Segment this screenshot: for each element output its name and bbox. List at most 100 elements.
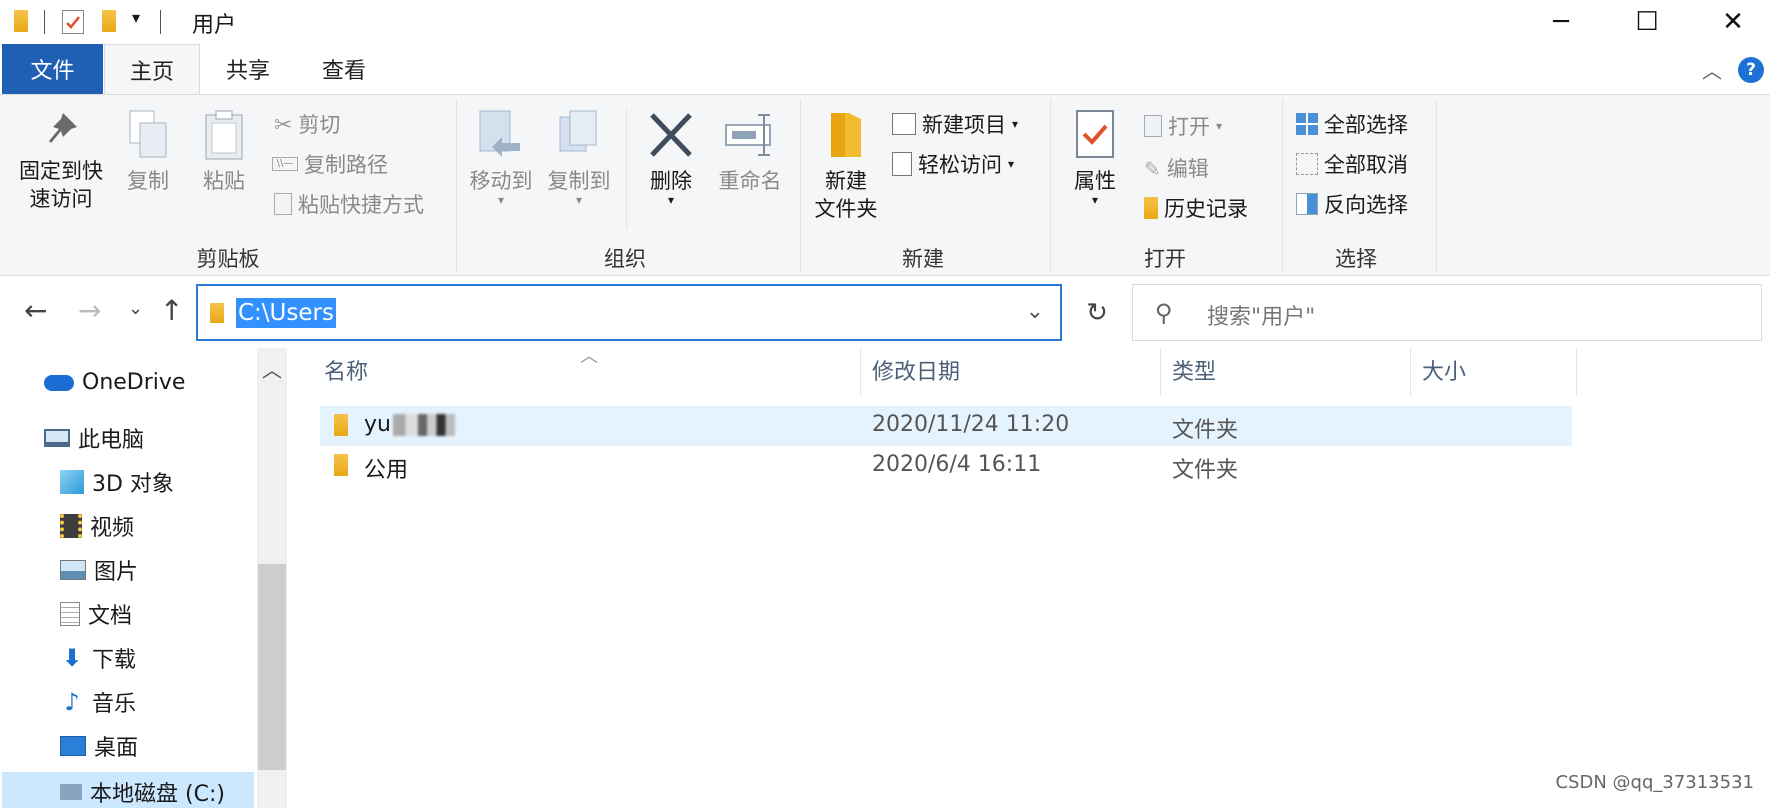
copy-to-icon	[554, 109, 604, 161]
new-item-button[interactable]: 新建项目 ▾	[892, 109, 1018, 139]
move-to-button[interactable]: 移动到 ▾	[466, 109, 536, 206]
paste-button[interactable]: 粘贴	[194, 109, 254, 195]
address-path[interactable]: C:\Users	[236, 298, 336, 328]
nav-item-onedrive[interactable]: OneDrive	[44, 370, 185, 395]
new-folder-button[interactable]: 新建 文件夹	[806, 109, 886, 223]
divider[interactable]	[1576, 348, 1577, 396]
folder-icon	[14, 10, 28, 32]
scroll-thumb[interactable]	[258, 564, 286, 770]
nav-item-videos[interactable]: 视频	[60, 510, 134, 542]
copy-to-button[interactable]: 复制到 ▾	[544, 109, 614, 206]
nav-item-pictures[interactable]: 图片	[60, 554, 138, 586]
ribbon: 固定到快 速访问 复制 粘贴 ✂ 剪切 \\— 复制路径 粘贴快捷方式 剪贴板 …	[0, 94, 1770, 276]
collapse-ribbon-icon[interactable]: ︿	[1692, 44, 1732, 94]
edit-button[interactable]: ✎ 编辑	[1144, 153, 1209, 183]
copy-path-button[interactable]: \\— 复制路径	[272, 149, 388, 179]
new-folder-quick-icon[interactable]	[102, 10, 116, 32]
delete-label: 删除	[650, 169, 692, 193]
divider[interactable]	[860, 348, 861, 396]
table-row[interactable]: yu 2020/11/24 11:20 文件夹	[320, 406, 1572, 446]
properties-quick-icon[interactable]	[62, 10, 84, 34]
folder-icon	[827, 109, 865, 161]
help-icon[interactable]: ?	[1738, 57, 1764, 83]
nav-item-documents[interactable]: 文档	[60, 598, 132, 630]
folder-icon	[210, 303, 224, 323]
cut-button[interactable]: ✂ 剪切	[274, 109, 340, 139]
table-row[interactable]: 公用 2020/6/4 16:11 文件夹	[320, 446, 1572, 486]
forward-arrow-icon[interactable]: →	[78, 294, 101, 327]
recent-locations-chevron-icon[interactable]: ⌄	[128, 298, 143, 319]
tab-file[interactable]: 文件	[2, 44, 103, 94]
delete-button[interactable]: 删除 ▾	[636, 109, 706, 207]
title-bar: ▾ 用户 ─ ☐ ✕	[0, 0, 1770, 44]
download-arrow-icon: ⬇	[61, 644, 83, 672]
refresh-icon[interactable]: ↻	[1074, 284, 1120, 341]
nav-item-label: 文档	[88, 604, 133, 629]
pin-label: 固定到快 速访问	[19, 159, 103, 211]
delete-x-icon	[646, 109, 696, 161]
history-button[interactable]: 历史记录	[1144, 193, 1248, 223]
paste-shortcut-button[interactable]: 粘贴快捷方式	[274, 189, 424, 219]
group-label-clipboard: 剪贴板	[196, 247, 260, 271]
divider	[1436, 99, 1437, 271]
copy-icon	[126, 109, 170, 161]
divider	[1050, 99, 1051, 271]
column-header-type[interactable]: 类型	[1172, 354, 1216, 386]
nav-pane-scrollbar[interactable]: ︿	[257, 348, 287, 808]
history-icon	[1144, 197, 1158, 219]
divider[interactable]	[1410, 348, 1411, 396]
nav-item-music[interactable]: ♪ 音乐	[60, 686, 136, 718]
dropdown-arrow-icon: ▾	[667, 193, 675, 207]
tab-home[interactable]: 主页	[104, 44, 200, 94]
properties-button[interactable]: 属性 ▾	[1058, 109, 1132, 207]
pin-quick-access-button[interactable]: 固定到快 速访问	[10, 109, 112, 213]
file-date: 2020/6/4 16:11	[872, 452, 1042, 477]
nav-item-label: OneDrive	[82, 370, 186, 395]
select-all-label: 全部选择	[1324, 113, 1408, 137]
group-label-organize: 组织	[604, 247, 646, 271]
customize-toolbar-icon[interactable]: ▾	[132, 8, 140, 27]
ribbon-tabs: 文件 主页 共享 查看 ︿ ?	[0, 44, 1770, 94]
nav-item-this-pc[interactable]: 此电脑	[44, 422, 144, 454]
folder-icon	[334, 454, 348, 476]
watermark: CSDN @qq_37313531	[1555, 772, 1754, 793]
back-arrow-icon[interactable]: ←	[24, 294, 47, 327]
nav-item-downloads[interactable]: ⬇ 下载	[60, 642, 136, 674]
easy-access-button[interactable]: 轻松访问 ▾	[892, 149, 1014, 179]
minimize-button[interactable]: ─	[1518, 0, 1604, 44]
tab-share[interactable]: 共享	[200, 44, 296, 94]
address-bar-row: ← → ⌄ ↑ C:\Users ⌄ ↻ ⚲ 搜索"用户"	[0, 276, 1770, 348]
divider[interactable]	[1160, 348, 1161, 396]
navigation-pane: OneDrive 此电脑 3D 对象 视频 图片 文档 ⬇ 下载 ♪ 音乐 桌面…	[0, 348, 292, 808]
column-header-name[interactable]: 名称	[324, 354, 368, 386]
copy-button[interactable]: 复制	[118, 109, 178, 195]
paste-shortcut-icon	[274, 193, 292, 215]
cloud-icon	[44, 374, 74, 391]
address-input[interactable]: C:\Users ⌄	[196, 284, 1062, 341]
invert-selection-button[interactable]: 反向选择	[1296, 189, 1408, 219]
nav-item-desktop[interactable]: 桌面	[60, 730, 138, 762]
up-arrow-icon[interactable]: ↑	[160, 294, 183, 327]
paste-shortcut-label: 粘贴快捷方式	[298, 193, 424, 217]
rename-button[interactable]: 重命名	[712, 109, 788, 195]
chevron-down-icon[interactable]: ⌄	[1026, 299, 1044, 324]
search-input[interactable]: ⚲ 搜索"用户"	[1132, 284, 1762, 341]
drive-icon	[60, 784, 82, 800]
maximize-button[interactable]: ☐	[1604, 0, 1690, 44]
select-none-button[interactable]: 全部取消	[1296, 149, 1408, 179]
tab-view[interactable]: 查看	[296, 44, 392, 94]
open-button[interactable]: 打开 ▾	[1144, 111, 1222, 141]
dropdown-arrow-icon: ▾	[1091, 193, 1099, 207]
nav-item-3d-objects[interactable]: 3D 对象	[60, 466, 174, 498]
rename-label: 重命名	[718, 169, 782, 193]
divider	[44, 10, 45, 34]
column-header-date[interactable]: 修改日期	[872, 354, 960, 386]
nav-item-local-disk[interactable]: 本地磁盘 (C:)	[2, 772, 254, 808]
file-name: 公用	[364, 458, 409, 483]
file-type: 文件夹	[1172, 458, 1239, 483]
select-all-button[interactable]: 全部选择	[1296, 109, 1408, 139]
close-button[interactable]: ✕	[1690, 0, 1770, 44]
desktop-icon	[60, 736, 86, 756]
column-header-size[interactable]: 大小	[1422, 354, 1466, 386]
scroll-up-arrow-icon[interactable]: ︿	[257, 354, 287, 383]
